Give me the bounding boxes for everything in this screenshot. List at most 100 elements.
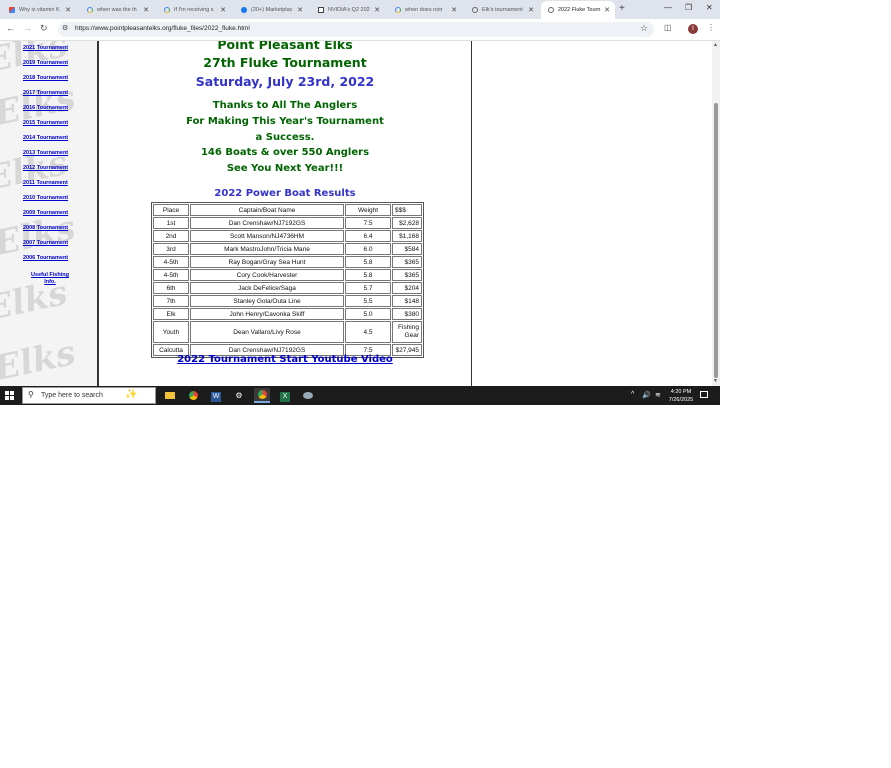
taskbar-clock[interactable]: 4:20 PM 7/26/2025	[668, 388, 694, 404]
table-cell: 2nd	[153, 230, 189, 242]
sidebar-tournament-link[interactable]: 2014 Tournament	[23, 135, 83, 141]
table-cell: Mark MastroJohn/Tricia Marie	[190, 243, 344, 255]
sidebar-tournament-link[interactable]: 2009 Tournament	[23, 210, 83, 216]
useful-link-line-1[interactable]: Useful Fishing	[15, 272, 85, 279]
table-cell: $2,628	[392, 217, 422, 229]
profile-avatar[interactable]: I	[688, 24, 698, 34]
sidebar-tournament-link[interactable]: 2018 Tournament	[23, 75, 83, 81]
tab-close-icon[interactable]: ✕	[451, 6, 457, 14]
sidebar-tournament-link[interactable]: 2006 Tournament	[23, 255, 83, 261]
useful-fishing-info-link[interactable]: Useful Fishing Info.	[15, 272, 85, 286]
address-bar[interactable]: ⚙ https://www.pointpleasantelks.org/fluk…	[58, 22, 654, 37]
sparkle-icon: ✨	[125, 389, 138, 400]
url-text[interactable]: https://www.pointpleasantelks.org/fluke_…	[75, 25, 250, 32]
chrome-icon[interactable]	[185, 388, 201, 403]
browser-tab[interactable]: Why is vitamin K ✕	[2, 2, 76, 17]
windows-start-icon[interactable]	[5, 391, 14, 400]
browser-tab[interactable]: Elk's tournament ✕	[465, 2, 539, 17]
side-panel-icon[interactable]: ◫	[664, 23, 672, 32]
table-cell: $1,168	[392, 230, 422, 242]
browser-tab[interactable]: NVIDIA's Q2 202 ✕	[311, 2, 385, 17]
back-arrow-icon[interactable]: ←	[6, 23, 15, 33]
restore-button[interactable]: ❐	[685, 3, 692, 12]
tab-title: Elk's tournament	[482, 6, 523, 13]
bookmark-star-icon[interactable]: ☆	[640, 23, 648, 34]
table-row: Place Captain/Boat Name Weight $$$	[153, 204, 422, 216]
forward-arrow-icon[interactable]: →	[23, 23, 32, 33]
table-cell: Dan Crenshaw/NJ7192GS	[190, 217, 344, 229]
tab-close-icon[interactable]: ✕	[143, 6, 149, 14]
main-content: Point Pleasant Elks 27th Fluke Tournamen…	[99, 41, 472, 386]
table-cell: 5.8	[345, 269, 391, 281]
new-tab-button[interactable]: +	[619, 3, 625, 14]
excel-icon[interactable]: X	[277, 388, 293, 403]
thanks-line: Thanks to All The Anglers	[212, 100, 358, 111]
sidebar-tournament-link[interactable]: 2011 Tournament	[23, 180, 83, 186]
table-cell: $584	[392, 243, 422, 255]
settings-gear-icon[interactable]: ⚙	[231, 388, 247, 403]
table-row: 4-5th Cory Cook/Harvester 5.8 $365	[153, 269, 422, 281]
tab-close-icon[interactable]: ✕	[528, 6, 534, 14]
table-row: 6th Jack DeFelice/Saga 5.7 $204	[153, 282, 422, 294]
sidebar-tournament-link[interactable]: 2007 Tournament	[23, 240, 83, 246]
word-icon[interactable]: W	[208, 388, 224, 403]
sidebar-tournament-link[interactable]: 2021 Tournament	[23, 45, 83, 51]
sidebar-tournament-link[interactable]: 2015 Tournament	[23, 120, 83, 126]
reload-icon[interactable]: ↻	[40, 23, 48, 34]
minimize-button[interactable]: —	[664, 3, 672, 12]
useful-link-line-2[interactable]: Info.	[15, 279, 85, 286]
table-cell: $204	[392, 282, 422, 294]
page-scrollbar[interactable]: ▲ ▼	[712, 41, 720, 386]
chrome-active-icon[interactable]	[254, 388, 270, 403]
tab-title: Why is vitamin K	[19, 6, 60, 13]
table-cell: Ray Bogan/Gray Sea Hunt	[190, 256, 344, 268]
facebook-icon	[241, 6, 247, 13]
table-row: 2nd Scott Manson/NJ4736HM 6.4 $1,168	[153, 230, 422, 242]
sidebar-tournament-link[interactable]: 2013 Tournament	[23, 150, 83, 156]
table-cell: 6th	[153, 282, 189, 294]
browser-tab[interactable]: 2022 Fluke Tourn ✕	[541, 1, 615, 19]
browser-tab[interactable]: (20+) Marketplac ✕	[234, 2, 308, 17]
table-row: 4-5th Ray Bogan/Gray Sea Hunt 5.8 $365	[153, 256, 422, 268]
sidebar-tournament-link[interactable]: 2019 Tournament	[23, 60, 83, 66]
tab-close-icon[interactable]: ✕	[374, 6, 380, 14]
app-icon[interactable]	[300, 388, 316, 403]
menu-kebab-icon[interactable]: ⋮	[707, 23, 715, 32]
tab-close-icon[interactable]: ✕	[297, 6, 303, 14]
sidebar-tournament-link[interactable]: 2008 Tournament	[23, 225, 83, 231]
browser-tab[interactable]: when was the th ✕	[80, 2, 154, 17]
table-cell: 3rd	[153, 243, 189, 255]
sidebar-tournament-link[interactable]: 2016 Tournament	[23, 105, 83, 111]
close-window-button[interactable]: ✕	[706, 3, 713, 12]
scrollbar-thumb[interactable]	[714, 103, 718, 378]
sidebar-tournament-link[interactable]: 2012 Tournament	[23, 165, 83, 171]
clock-date: 7/26/2025	[668, 397, 694, 403]
volume-icon[interactable]: 🔊	[642, 391, 651, 399]
tab-close-icon[interactable]: ✕	[220, 6, 226, 14]
globe-icon	[472, 6, 478, 13]
sidebar-tournament-link[interactable]: 2017 Tournament	[23, 90, 83, 96]
table-cell: 4-5th	[153, 256, 189, 268]
search-placeholder[interactable]: Type here to search	[41, 392, 103, 399]
tab-close-icon[interactable]: ✕	[604, 6, 610, 14]
scroll-down-icon[interactable]: ▼	[713, 378, 718, 384]
thanks-line: 146 Boats & over 550 Anglers	[200, 147, 370, 159]
browser-tab[interactable]: If I'm receiving s ✕	[157, 2, 231, 17]
clock-time: 4:20 PM	[670, 389, 692, 395]
youtube-video-link[interactable]: 2022 Tournament Start Youtube Video	[99, 354, 471, 365]
table-cell: $380	[392, 308, 422, 320]
sidebar-tournament-link[interactable]: 2010 Tournament	[23, 195, 83, 201]
sidebar: Elks Elks Elks Elks Elks Elks Useful Fis…	[0, 41, 99, 386]
windows-taskbar: ⚲ Type here to search ✨ W ⚙ X ^ 🔊 ≋ 4:20…	[0, 386, 720, 405]
table-cell: 6.0	[345, 243, 391, 255]
scroll-up-icon[interactable]: ▲	[713, 42, 718, 48]
tray-chevron-up-icon[interactable]: ^	[631, 391, 634, 398]
taskbar-search-box[interactable]: ⚲ Type here to search ✨	[22, 387, 156, 404]
browser-tab[interactable]: when does notr ✕	[388, 2, 462, 17]
tab-close-icon[interactable]: ✕	[65, 6, 71, 14]
file-explorer-icon[interactable]	[162, 388, 178, 403]
site-info-icon[interactable]: ⚙	[62, 24, 68, 32]
network-icon[interactable]: ≋	[655, 391, 661, 399]
notification-icon[interactable]	[700, 391, 708, 398]
tab-title: 2022 Fluke Tourn	[558, 7, 601, 13]
